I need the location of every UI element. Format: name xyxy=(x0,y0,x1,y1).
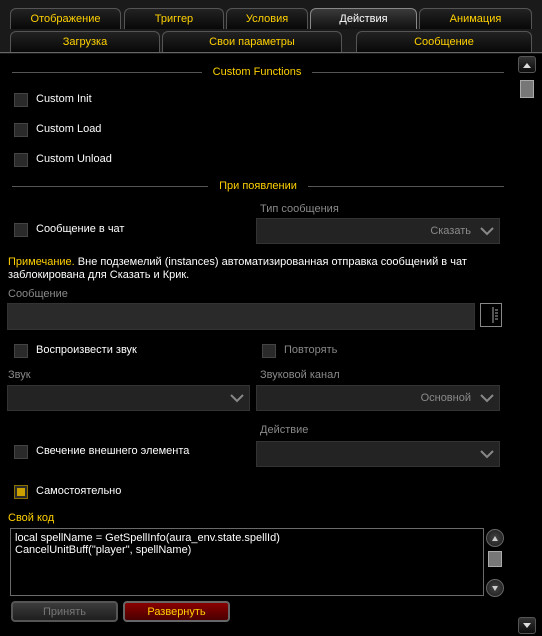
play-sound-label: Воспроизвести звук xyxy=(36,344,137,356)
chevron-down-icon xyxy=(480,394,494,403)
sound-label: Звук xyxy=(8,369,31,381)
scrollbar[interactable] xyxy=(516,54,542,636)
play-sound-checkbox[interactable] xyxy=(14,344,28,358)
action-label: Действие xyxy=(260,424,309,436)
sound-channel-dropdown[interactable]: Основной xyxy=(256,385,500,411)
scroll-thumb[interactable] xyxy=(520,80,534,98)
custom-load-label: Custom Load xyxy=(36,123,102,135)
sound-channel-value: Основной xyxy=(420,392,471,404)
custom-unload-label: Custom Unload xyxy=(36,153,112,165)
message-type-dropdown[interactable]: Сказать xyxy=(256,218,500,244)
tab-actions[interactable]: Действия xyxy=(310,8,417,29)
action-dropdown[interactable] xyxy=(256,441,500,467)
section-divider-left xyxy=(12,72,202,73)
note-prefix: Примечание. xyxy=(8,256,75,268)
custom-load-checkbox[interactable] xyxy=(14,123,28,137)
glow-checkbox[interactable] xyxy=(14,445,28,459)
arrow-down-icon xyxy=(492,585,498,591)
custom-init-checkbox[interactable] xyxy=(14,93,28,107)
tab-conditions[interactable]: Условия xyxy=(226,8,308,29)
section-divider-right xyxy=(312,72,504,73)
chat-message-label: Сообщение в чат xyxy=(36,223,125,235)
note-text: Вне подземелий (instances) автоматизиров… xyxy=(8,256,467,281)
tab-trigger[interactable]: Триггер xyxy=(124,8,224,29)
accept-button[interactable]: Принять xyxy=(11,601,118,622)
custom-init-label: Custom Init xyxy=(36,93,92,105)
tab-animation[interactable]: Анимация xyxy=(419,8,532,29)
expand-button[interactable]: Развернуть xyxy=(123,601,230,622)
tab-custom-options[interactable]: Свои параметры xyxy=(162,31,342,52)
standalone-checkbox[interactable] xyxy=(14,485,28,499)
expand-editor-icon[interactable] xyxy=(480,303,502,327)
standalone-label: Самостоятельно xyxy=(36,485,122,497)
tab-display[interactable]: Отображение xyxy=(10,8,121,29)
chat-note: Примечание. Вне подземелий (instances) а… xyxy=(8,256,508,282)
tab-message[interactable]: Сообщение xyxy=(356,31,532,52)
message-input[interactable] xyxy=(7,303,475,330)
repeat-checkbox[interactable] xyxy=(262,344,276,358)
scroll-up-button[interactable] xyxy=(518,56,536,73)
sound-channel-label: Звуковой канал xyxy=(260,369,340,381)
custom-code-label: Свой код xyxy=(8,512,55,524)
section-title-custom-functions: Custom Functions xyxy=(212,66,302,78)
chevron-down-icon xyxy=(230,394,244,403)
code-scroll-thumb[interactable] xyxy=(488,551,502,567)
sound-dropdown[interactable] xyxy=(7,385,250,411)
arrow-down-icon xyxy=(523,622,531,628)
message-label: Сообщение xyxy=(8,288,68,300)
arrow-up-icon xyxy=(523,62,531,68)
chat-message-checkbox[interactable] xyxy=(14,223,28,237)
section-divider-left xyxy=(12,186,208,187)
message-type-value: Сказать xyxy=(430,225,471,237)
custom-code-editor[interactable]: local spellName = GetSpellInfo(aura_env.… xyxy=(10,528,484,596)
chevron-down-icon xyxy=(480,450,494,459)
code-scroll-up-button[interactable] xyxy=(486,529,504,547)
tab-divider xyxy=(0,52,542,53)
scroll-down-button[interactable] xyxy=(518,617,536,634)
message-type-label: Тип сообщения xyxy=(260,203,339,215)
tab-load[interactable]: Загрузка xyxy=(10,31,160,52)
arrow-up-icon xyxy=(492,535,498,541)
document-icon xyxy=(492,307,498,323)
chevron-down-icon xyxy=(480,227,494,236)
custom-unload-checkbox[interactable] xyxy=(14,153,28,167)
code-scroll-down-button[interactable] xyxy=(486,579,504,597)
section-title-on-show: При появлении xyxy=(219,180,297,192)
glow-label: Свечение внешнего элемента xyxy=(36,445,190,457)
section-divider-right xyxy=(308,186,504,187)
repeat-label: Повторять xyxy=(284,344,338,356)
